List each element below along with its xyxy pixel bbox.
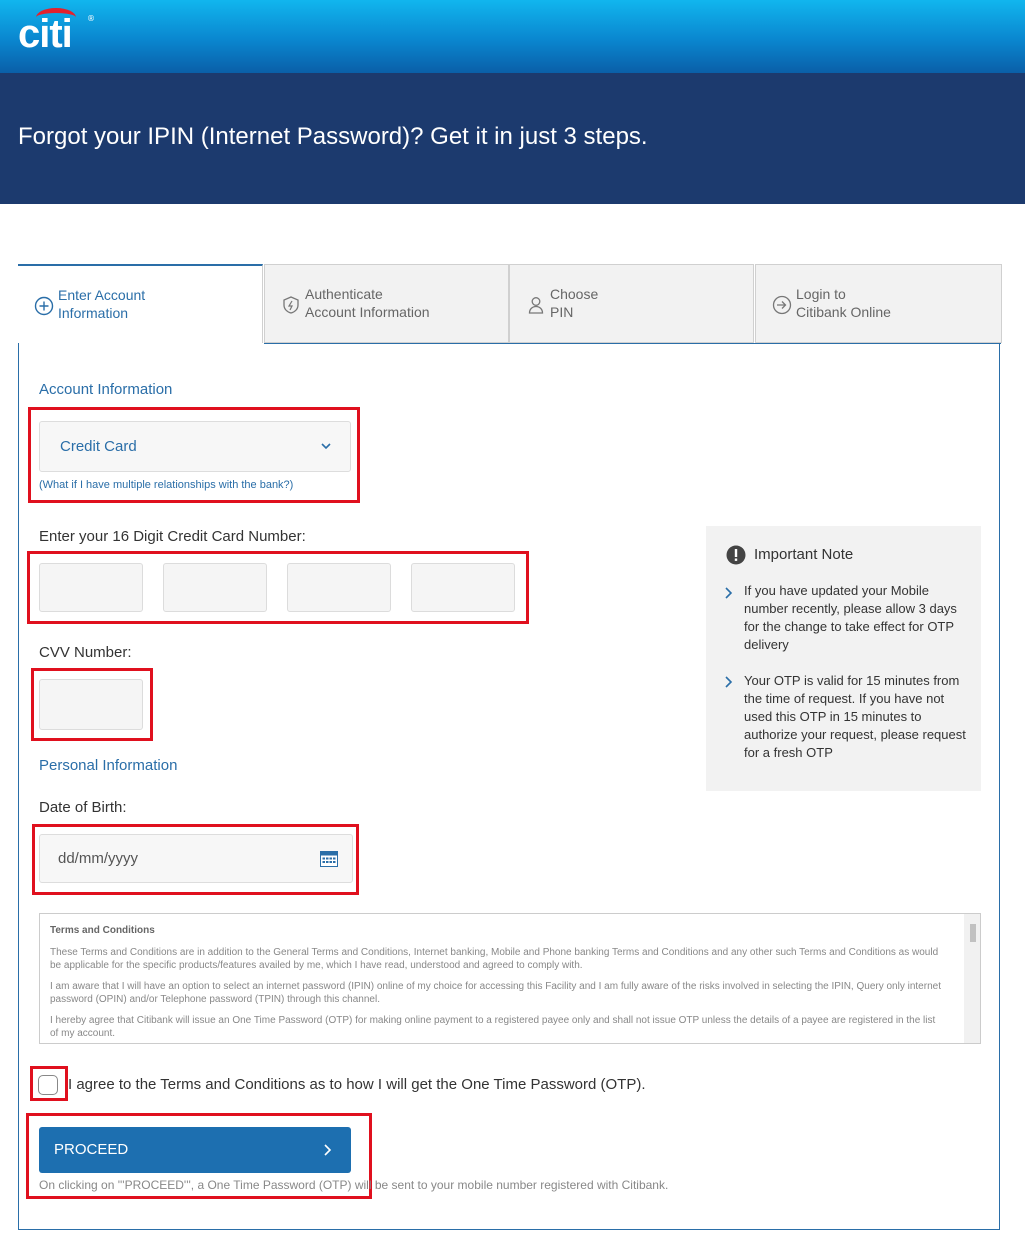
scrollbar-thumb[interactable] [970, 924, 976, 942]
dob-field[interactable]: dd/mm/yyyy [39, 834, 353, 883]
tab-enter-account-information[interactable]: Enter Account Information [18, 264, 263, 343]
note-item: If you have updated your Mobile number r… [744, 583, 957, 652]
card-number-field-2[interactable] [163, 563, 267, 612]
registered-mark: ® [87, 14, 95, 23]
proceed-footnote: On clicking on '''PROCEED''', a One Time… [39, 1178, 669, 1192]
user-icon [528, 297, 544, 314]
plus-circle-icon [34, 296, 54, 316]
tab-label: Choose PIN [550, 286, 599, 320]
tabs-divider [264, 343, 1001, 344]
shield-icon [283, 296, 299, 314]
tab-label: Login to Citibank Online [796, 286, 891, 320]
proceed-label: PROCEED [54, 1141, 129, 1158]
calendar-icon[interactable] [320, 851, 338, 867]
account-type-value: Credit Card [60, 438, 137, 455]
account-type-select[interactable]: Credit Card [39, 421, 351, 472]
card-number-field-1[interactable] [39, 563, 143, 612]
terms-paragraph: I hereby agree that Citibank will issue … [50, 1015, 936, 1039]
step-tabs: Enter Account Information Authenticate A… [18, 264, 1002, 344]
proceed-button[interactable]: PROCEED [39, 1127, 351, 1173]
terms-paragraph: These Terms and Conditions are in additi… [50, 947, 939, 971]
important-note-panel: Important Note If you have updated your … [706, 526, 981, 791]
chevron-right-icon [324, 1144, 332, 1156]
dob-label: Date of Birth: [39, 799, 127, 816]
tab-choose-pin[interactable]: Choose PIN [509, 264, 754, 343]
note-item: Your OTP is valid for 15 minutes from th… [744, 673, 966, 760]
login-icon [772, 295, 792, 315]
page-title: Forgot your IPIN (Internet Password)? Ge… [18, 123, 648, 150]
terms-paragraph: I am aware that I will have an option to… [50, 981, 941, 1005]
card-number-field-3[interactable] [287, 563, 391, 612]
terms-and-conditions-box[interactable]: Terms and Conditions These Terms and Con… [39, 913, 981, 1044]
cvv-label: CVV Number: [39, 644, 132, 661]
cvv-field[interactable] [39, 679, 143, 730]
top-header-bar: citi ® [0, 0, 1025, 73]
dob-placeholder: dd/mm/yyyy [58, 850, 139, 867]
agree-terms-label: I agree to the Terms and Conditions as t… [68, 1076, 646, 1093]
hero-banner: Forgot your IPIN (Internet Password)? Ge… [0, 73, 1025, 204]
chevron-right-icon [725, 587, 733, 599]
terms-scrollbar[interactable] [964, 914, 980, 1043]
important-note-title: Important Note [754, 546, 854, 563]
agree-terms-checkbox[interactable] [38, 1075, 58, 1095]
account-information-heading: Account Information [39, 381, 173, 398]
citi-logo[interactable]: citi [18, 14, 73, 54]
tab-label: Enter Account Information [58, 287, 146, 321]
tab-login-citibank-online[interactable]: Login to Citibank Online [755, 264, 1002, 343]
tab-authenticate-account-information[interactable]: Authenticate Account Information [264, 264, 509, 343]
info-exclamation-icon [726, 545, 746, 565]
chevron-down-icon [321, 443, 331, 450]
tab-label: Authenticate Account Information [305, 286, 430, 320]
card-number-label: Enter your 16 Digit Credit Card Number: [39, 528, 306, 545]
chevron-right-icon [725, 676, 733, 688]
personal-information-heading: Personal Information [39, 757, 178, 774]
card-number-field-4[interactable] [411, 563, 515, 612]
terms-title: Terms and Conditions [50, 925, 155, 936]
multiple-relationships-link[interactable]: (What if I have multiple relationships w… [39, 479, 293, 491]
